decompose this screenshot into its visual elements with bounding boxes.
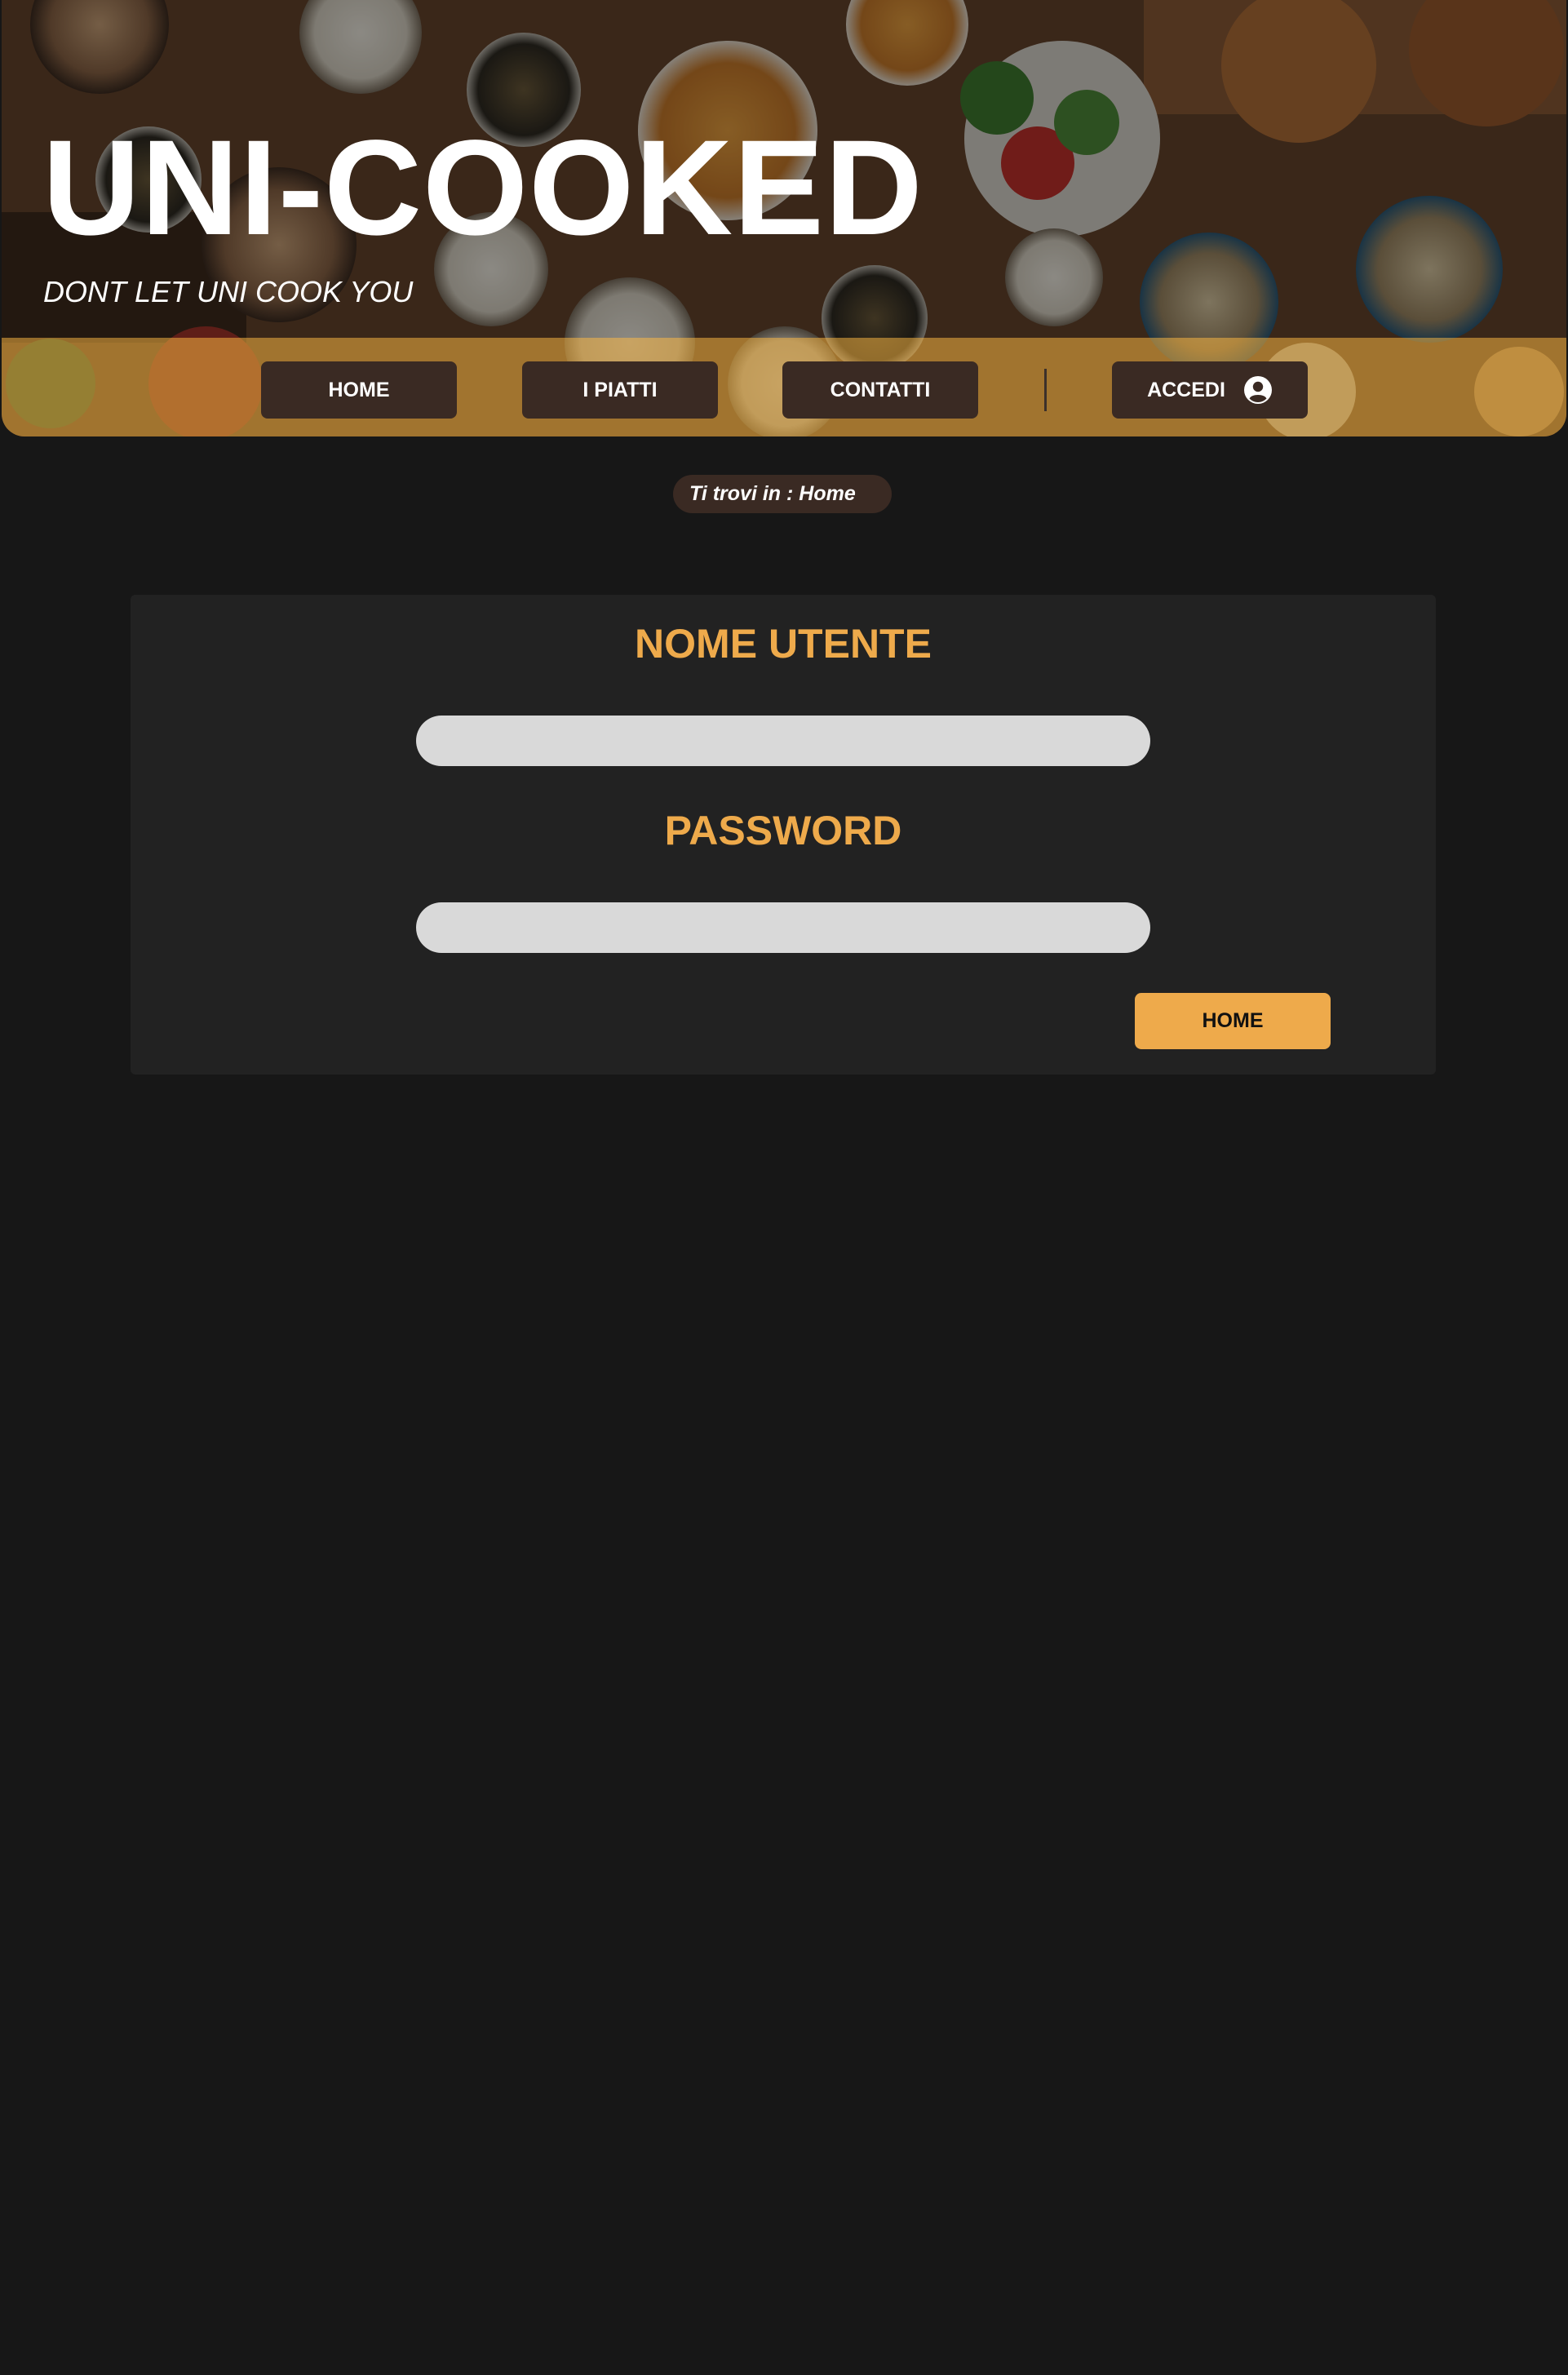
site-header: UNI-COOKED DONT LET UNI COOK YOU HOME I … xyxy=(2,0,1566,436)
user-circle-icon xyxy=(1243,376,1272,404)
nav-contacts-button[interactable]: CONTATTI xyxy=(782,361,978,419)
submit-button-label: HOME xyxy=(1202,1009,1264,1032)
site-tagline: DONT LET UNI COOK YOU xyxy=(43,275,414,308)
nav-home-button[interactable]: HOME xyxy=(261,361,457,419)
nav-login-button[interactable]: ACCEDI xyxy=(1112,361,1308,419)
login-form: NOME UTENTE PASSWORD HOME xyxy=(131,595,1436,1075)
breadcrumb: Ti trovi in : Home xyxy=(673,475,892,513)
breadcrumb-text: Ti trovi in : Home xyxy=(689,482,856,505)
nav-divider xyxy=(1044,369,1047,411)
username-label: NOME UTENTE xyxy=(635,621,932,667)
nav-contacts-label: CONTATTI xyxy=(830,378,931,401)
nav-dishes-label: I PIATTI xyxy=(582,378,658,401)
username-input[interactable] xyxy=(416,716,1150,766)
nav-home-label: HOME xyxy=(328,378,390,401)
nav-login-label: ACCEDI xyxy=(1147,378,1225,401)
site-title: UNI-COOKED xyxy=(42,113,924,264)
nav-dishes-button[interactable]: I PIATTI xyxy=(522,361,718,419)
submit-button[interactable]: HOME xyxy=(1135,993,1331,1049)
password-label: PASSWORD xyxy=(664,808,902,853)
password-input[interactable] xyxy=(416,902,1150,953)
